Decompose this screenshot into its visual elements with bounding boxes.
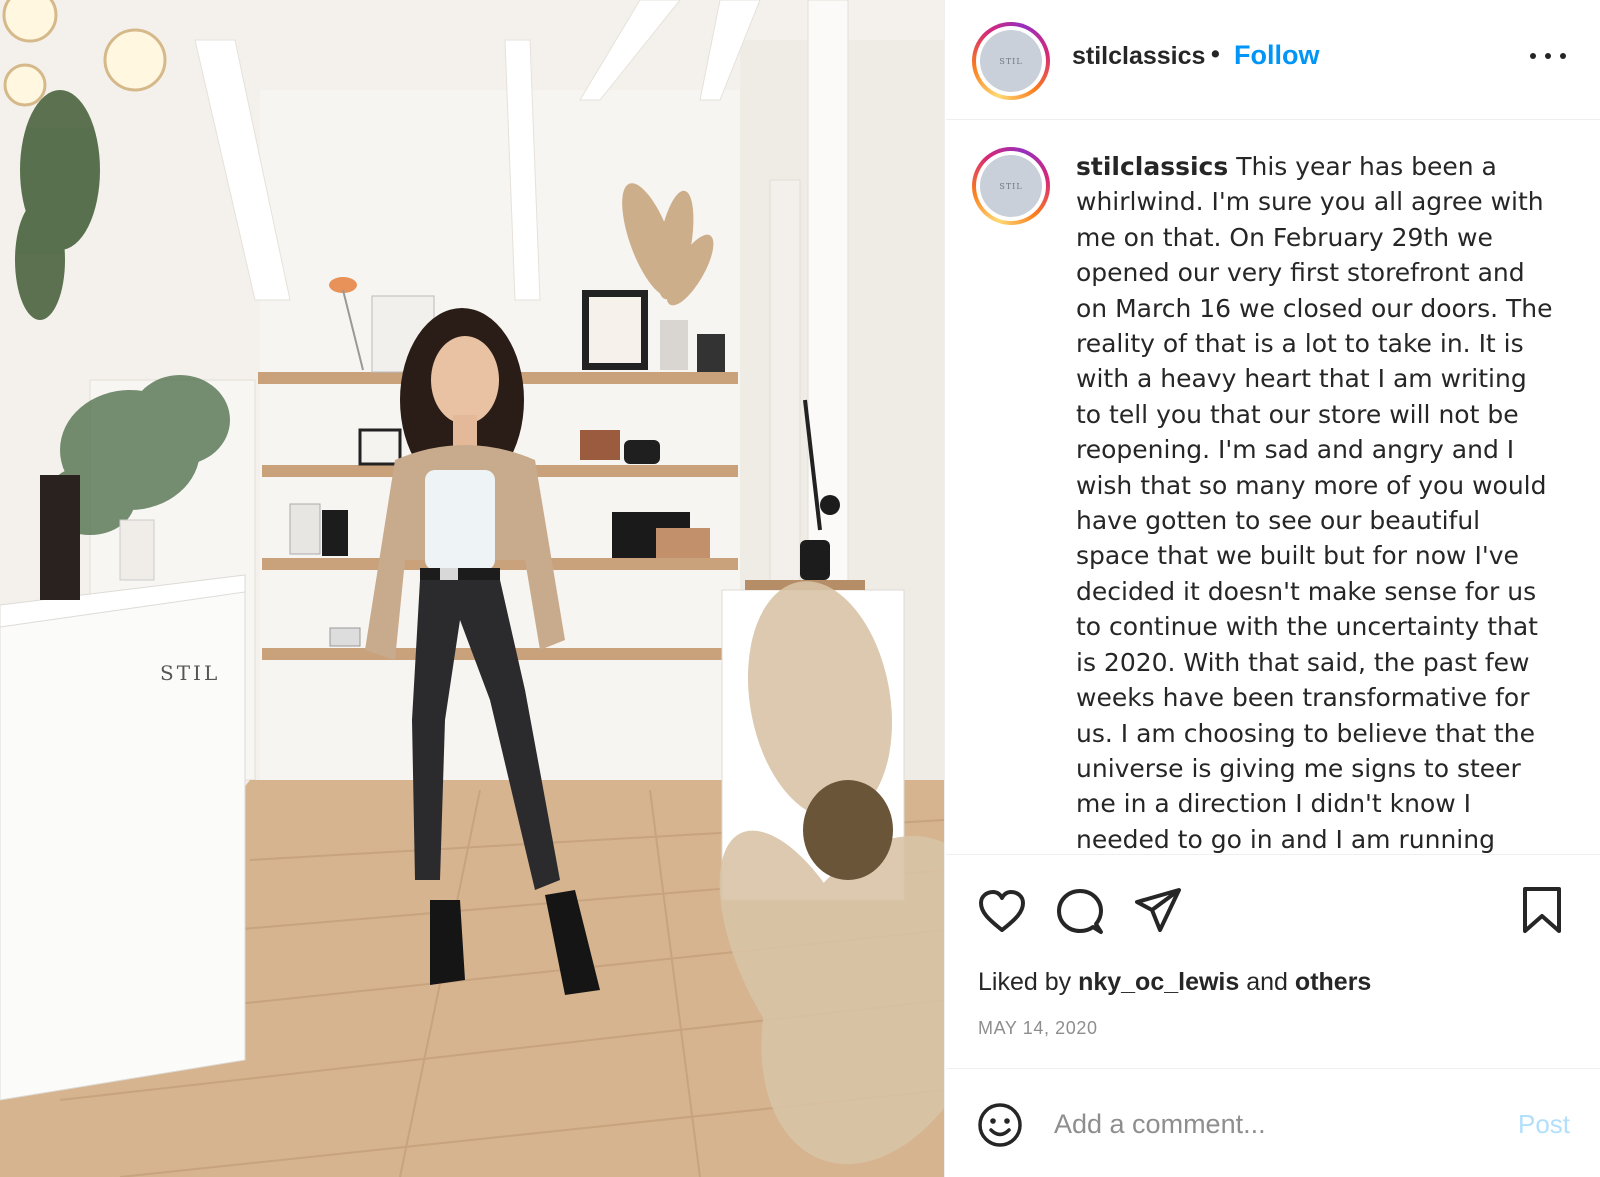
username[interactable]: stilclassics [1072,42,1205,71]
smiley-icon[interactable] [976,1101,1024,1149]
post-header: STIL stilclassics • Follow [946,0,1600,120]
heart-icon[interactable] [976,886,1028,938]
dot-icon [1560,53,1566,59]
dot-icon [1530,53,1536,59]
likes-conjunction: and [1246,968,1288,996]
follow-button[interactable]: Follow [1234,40,1319,71]
action-bar [946,856,1600,956]
avatar-logo: STIL [980,30,1042,92]
liker-username[interactable]: nky_oc_lewis [1078,968,1239,996]
separator-dot: • [1208,40,1223,69]
paper-plane-icon[interactable] [1132,884,1184,936]
caption-avatar[interactable]: STIL [972,147,1050,225]
post-details-panel: STIL stilclassics • Follow STIL stilclas… [946,0,1600,1177]
post-photo-illustration: STIL [0,0,944,1177]
counter-sign: STIL [160,661,220,685]
comment-bar: Post [946,1068,1600,1177]
avatar[interactable]: STIL [972,22,1050,100]
likes-prefix: Liked by [978,968,1072,996]
caption: stilclassics This year has been a whirlw… [1076,149,1556,854]
avatar-logo: STIL [980,155,1042,217]
post-photo[interactable]: STIL [0,0,945,1177]
bookmark-icon[interactable] [1516,884,1568,936]
comment-input[interactable] [1054,1099,1484,1149]
likes-others-link[interactable]: others [1295,968,1371,996]
likes-summary: Liked by nky_oc_lewis and others [978,968,1371,997]
post-comment-button[interactable]: Post [1518,1109,1570,1140]
speech-bubble-icon[interactable] [1054,886,1106,938]
more-options-button[interactable] [1530,44,1566,68]
post-date[interactable]: MAY 14, 2020 [978,1018,1098,1039]
dot-icon [1545,53,1551,59]
caption-text: This year has been a whirlwind. I'm sure… [1076,152,1553,854]
caption-section[interactable]: STIL stilclassics This year has been a w… [946,121,1600,855]
caption-username[interactable]: stilclassics [1076,152,1228,181]
